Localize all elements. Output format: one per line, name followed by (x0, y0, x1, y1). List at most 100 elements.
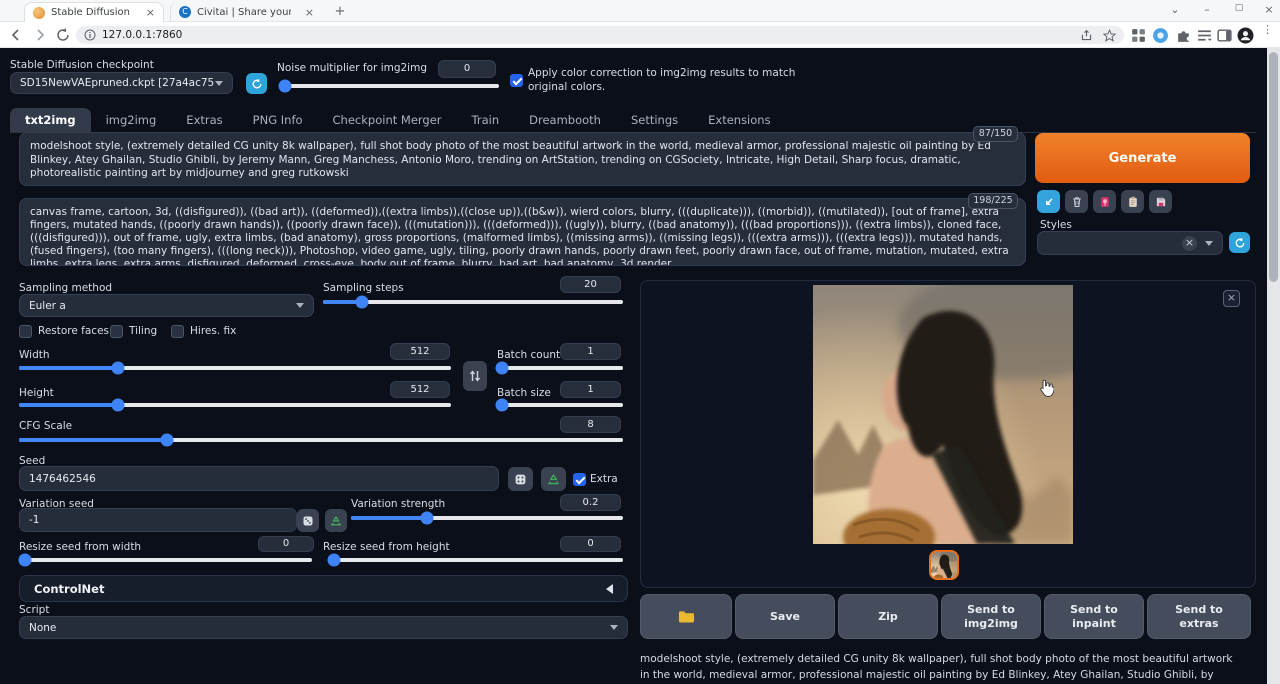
page-scrollbar[interactable] (1267, 48, 1280, 684)
seed-input[interactable]: 1476462546 (19, 466, 499, 491)
info-icon[interactable] (84, 29, 96, 41)
extensions-puzzle-icon[interactable] (1175, 27, 1192, 44)
tab-extras[interactable]: Extras (171, 108, 237, 132)
resize-seed-height-slider[interactable] (328, 558, 623, 562)
negative-prompt-textarea[interactable]: canvas frame, cartoon, 3d, ((disfigured)… (19, 198, 1026, 266)
width-label: Width (19, 349, 50, 361)
reading-list-icon[interactable] (1196, 27, 1213, 44)
open-folder-button[interactable] (640, 594, 732, 639)
send-to-inpaint-button[interactable]: Send to inpaint (1044, 594, 1144, 639)
tab-extensions[interactable]: Extensions (693, 108, 785, 132)
tab-png-info[interactable]: PNG Info (238, 108, 318, 132)
hires-fix-checkbox[interactable] (171, 325, 184, 338)
maximize-icon[interactable]: ▢ (1230, 3, 1248, 13)
sampling-method-value: Euler a (29, 300, 66, 312)
tab-checkpoint-merger[interactable]: Checkpoint Merger (318, 108, 457, 132)
generate-button[interactable]: Generate (1035, 133, 1250, 183)
styles-refresh-button[interactable] (1229, 232, 1250, 253)
save-style-button[interactable] (1149, 190, 1172, 213)
tab-close-icon[interactable]: × (132, 6, 155, 19)
close-preview-button[interactable]: × (1223, 290, 1240, 307)
back-icon[interactable] (8, 27, 24, 43)
extra-networks-button[interactable] (1093, 190, 1116, 213)
chevron-down-icon[interactable]: ⌄ (1166, 3, 1184, 16)
sampling-steps-slider[interactable] (323, 300, 623, 304)
share-icon[interactable] (1080, 29, 1093, 42)
batch-size-input[interactable]: 1 (560, 381, 621, 398)
refresh-icon (1234, 237, 1246, 249)
side-panel-icon[interactable] (1216, 27, 1233, 44)
reload-icon[interactable] (55, 27, 71, 43)
tab-dreambooth[interactable]: Dreambooth (514, 108, 616, 132)
noise-multiplier-slider[interactable] (281, 84, 499, 88)
tab-train[interactable]: Train (457, 108, 515, 132)
window-close-icon[interactable]: × (1260, 3, 1278, 16)
paste-params-button[interactable] (1037, 190, 1060, 213)
random-seed-button[interactable] (508, 467, 533, 491)
cfg-scale-label: CFG Scale (19, 420, 72, 432)
width-input[interactable]: 512 (390, 343, 450, 360)
gallery-thumbnail[interactable] (929, 550, 959, 580)
minimize-icon[interactable]: – (1198, 3, 1216, 16)
extra-seed-checkbox[interactable] (573, 473, 586, 486)
extra-networks-icon (1099, 196, 1111, 208)
send-to-extras-button[interactable]: Send to extras (1147, 594, 1251, 639)
tab-settings[interactable]: Settings (616, 108, 693, 132)
save-button[interactable]: Save (735, 594, 835, 639)
prompt-textarea[interactable]: modelshoot style, (extremely detailed CG… (19, 132, 1026, 186)
controlnet-panel[interactable]: ControlNet (19, 575, 628, 602)
checkpoint-refresh-button[interactable] (246, 73, 267, 94)
height-slider[interactable] (19, 403, 451, 407)
browser-tab-civitai[interactable]: C Civitai | Share your models × (170, 2, 322, 22)
url-text: 127.0.0.1:7860 (102, 29, 182, 41)
tiling-checkbox[interactable] (110, 325, 123, 338)
height-input[interactable]: 512 (390, 381, 450, 398)
checkpoint-dropdown[interactable]: SD15NewVAEpruned.ckpt [27a4ac756c] (10, 72, 233, 94)
batch-count-slider[interactable] (497, 366, 623, 370)
random-variation-seed-button[interactable] (297, 509, 319, 532)
swap-dimensions-button[interactable] (463, 361, 487, 391)
send-to-img2img-button[interactable]: Send to img2img (941, 594, 1041, 639)
reuse-seed-button[interactable] (541, 467, 566, 491)
url-bar[interactable]: 127.0.0.1:7860 (76, 26, 1124, 44)
browser-tab-title: Stable Diffusion (51, 7, 130, 18)
resize-seed-width-input[interactable]: 0 (258, 536, 314, 552)
variation-strength-input[interactable]: 0.2 (560, 494, 621, 511)
forward-icon[interactable] (32, 27, 48, 43)
scrollbar-thumb[interactable] (1269, 52, 1278, 282)
apply-styles-button[interactable] (1121, 190, 1144, 213)
cfg-scale-input[interactable]: 8 (560, 416, 621, 433)
clear-prompt-button[interactable] (1065, 190, 1088, 213)
sampling-method-dropdown[interactable]: Euler a (19, 294, 314, 317)
profile-avatar[interactable] (1237, 27, 1254, 44)
sampling-steps-input[interactable]: 20 (560, 276, 621, 293)
styles-dropdown[interactable]: × (1037, 231, 1223, 255)
zip-button[interactable]: Zip (838, 594, 938, 639)
generated-image[interactable] (813, 285, 1073, 544)
blue-extension-icon[interactable] (1152, 27, 1169, 44)
cfg-scale-slider[interactable] (19, 438, 623, 442)
batch-size-slider[interactable] (497, 403, 623, 407)
refresh-icon (251, 78, 263, 90)
generation-info-text: modelshoot style, (extremely detailed CG… (640, 652, 1244, 683)
clear-styles-icon[interactable]: × (1182, 236, 1197, 251)
variation-strength-slider[interactable] (351, 516, 623, 520)
color-correction-checkbox[interactable] (510, 74, 523, 87)
resize-seed-width-slider[interactable] (19, 558, 312, 562)
kebab-menu-icon[interactable]: ⋮ (1262, 27, 1272, 44)
bookmark-star-icon[interactable] (1103, 29, 1116, 42)
tab-txt2img[interactable]: txt2img (10, 108, 91, 132)
new-tab-button[interactable]: + (332, 4, 348, 20)
restore-faces-checkbox[interactable] (19, 325, 32, 338)
reuse-variation-seed-button[interactable] (325, 509, 347, 532)
width-slider[interactable] (19, 366, 451, 370)
browser-tab-stable-diffusion[interactable]: Stable Diffusion × (24, 2, 164, 22)
variation-seed-input[interactable]: -1 (19, 508, 297, 532)
resize-seed-height-input[interactable]: 0 (560, 536, 621, 552)
noise-multiplier-input[interactable]: 0 (438, 60, 496, 78)
batch-count-input[interactable]: 1 (560, 343, 621, 360)
tab-close-icon[interactable]: × (291, 6, 314, 19)
script-dropdown[interactable]: None (19, 616, 628, 639)
tab-img2img[interactable]: img2img (91, 108, 172, 132)
extension-grid-icon[interactable] (1130, 27, 1147, 44)
